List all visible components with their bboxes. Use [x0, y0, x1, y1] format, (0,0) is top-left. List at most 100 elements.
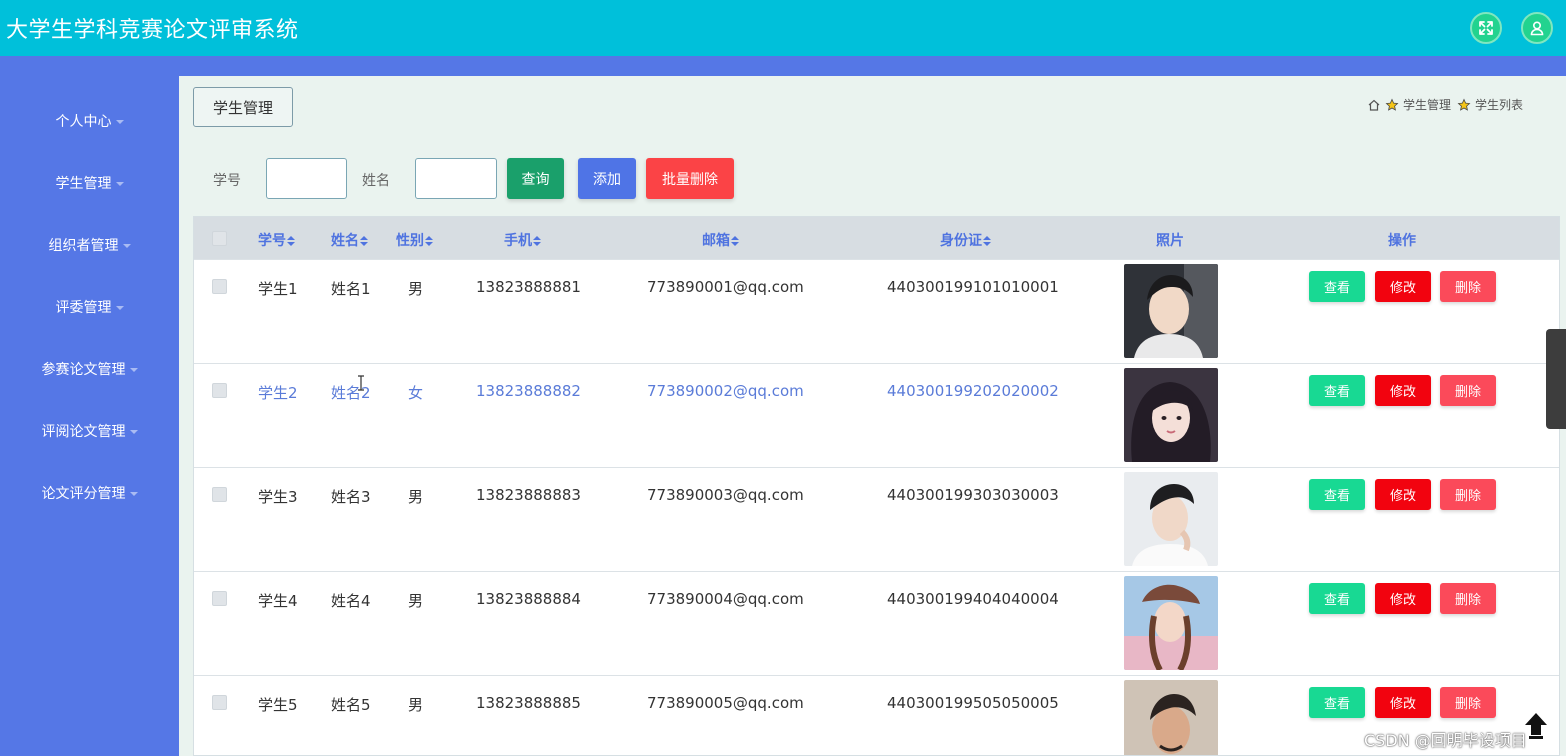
- sort-icon[interactable]: [425, 236, 433, 246]
- row-checkbox[interactable]: [212, 487, 227, 502]
- cell-email: 773890004@qq.com: [647, 590, 804, 608]
- add-button[interactable]: 添加: [578, 158, 636, 199]
- cell-idcard: 440300199303030003: [887, 486, 1059, 504]
- column-header-gender[interactable]: 性别: [396, 230, 433, 250]
- column-header-photo: 照片: [1156, 233, 1184, 249]
- breadcrumb: 学生管理 学生列表: [1367, 96, 1529, 113]
- cell-idcard: 440300199202020002: [887, 382, 1059, 400]
- edit-button[interactable]: 修改: [1375, 687, 1431, 718]
- breadcrumb-item[interactable]: 学生管理: [1403, 96, 1451, 113]
- edit-button[interactable]: 修改: [1375, 375, 1431, 406]
- view-button[interactable]: 查看: [1309, 375, 1365, 406]
- text-cursor-icon: [358, 375, 364, 391]
- page-tag[interactable]: 学生管理: [193, 87, 293, 127]
- cell-gender: 男: [408, 280, 424, 298]
- sidebar-item-organizer-management[interactable]: 组织者管理: [0, 235, 179, 255]
- side-panel-handle[interactable]: [1546, 329, 1566, 429]
- sort-icon[interactable]: [287, 236, 295, 246]
- sort-icon[interactable]: [731, 236, 739, 246]
- name-search-input[interactable]: [415, 158, 497, 199]
- delete-button[interactable]: 删除: [1440, 375, 1496, 406]
- sidebar-item-label: 学生管理: [55, 176, 112, 192]
- sidebar-item-paper-scoring-management[interactable]: 论文评分管理: [0, 483, 179, 503]
- select-all-checkbox[interactable]: [212, 231, 227, 246]
- student-photo: [1124, 264, 1218, 358]
- cell-name: 姓名5: [331, 696, 371, 714]
- sidebar-item-judge-management[interactable]: 评委管理: [0, 297, 179, 317]
- delete-button[interactable]: 删除: [1440, 271, 1496, 302]
- student-photo: [1124, 680, 1218, 755]
- star-icon: [1385, 98, 1399, 111]
- caret-down-icon: [129, 430, 138, 434]
- caret-down-icon: [122, 244, 131, 248]
- caret-down-icon: [115, 306, 124, 310]
- row-checkbox[interactable]: [212, 695, 227, 710]
- column-header-idcard[interactable]: 身份证: [940, 230, 991, 250]
- delete-button[interactable]: 删除: [1440, 583, 1496, 614]
- app-title: 大学生学科竞赛论文评审系统: [6, 18, 299, 43]
- view-button[interactable]: 查看: [1309, 687, 1365, 718]
- delete-button[interactable]: 删除: [1440, 687, 1496, 718]
- batch-delete-button[interactable]: 批量删除: [646, 158, 734, 199]
- main-content: 学生管理 学生管理 学生列表 学号 姓名 查询 添加 批量删除 学号 姓名 性别…: [179, 76, 1566, 756]
- csdn-watermark: CSDN @回明毕设项目: [1364, 731, 1527, 750]
- sidebar-item-personal-center[interactable]: 个人中心: [0, 111, 179, 131]
- row-checkbox[interactable]: [212, 383, 227, 398]
- cell-phone: 13823888881: [476, 278, 581, 296]
- header-strip: [0, 56, 1566, 76]
- table-row: 学生1 姓名1 男 13823888881 773890001@qq.com 4…: [194, 259, 1559, 363]
- student-photo: [1124, 472, 1218, 566]
- cell-idcard: 440300199101010001: [887, 278, 1059, 296]
- name-search-label: 姓名: [362, 173, 390, 189]
- sort-icon[interactable]: [983, 236, 991, 246]
- sort-icon[interactable]: [533, 236, 541, 246]
- caret-down-icon: [129, 368, 138, 372]
- home-icon[interactable]: [1367, 98, 1381, 112]
- cell-email: 773890005@qq.com: [647, 694, 804, 712]
- sidebar-item-review-paper-management[interactable]: 评阅论文管理: [0, 421, 179, 441]
- star-icon: [1457, 98, 1471, 111]
- edit-button[interactable]: 修改: [1375, 271, 1431, 302]
- column-header-email[interactable]: 邮箱: [702, 230, 739, 250]
- sort-icon[interactable]: [360, 236, 368, 246]
- id-search-input[interactable]: [266, 158, 347, 199]
- sidebar: 个人中心 学生管理 组织者管理 评委管理 参赛论文管理 评阅论文管理 论文评分管…: [0, 56, 179, 756]
- view-button[interactable]: 查看: [1309, 583, 1365, 614]
- sidebar-item-student-management[interactable]: 学生管理: [0, 173, 179, 193]
- table-row: 学生4 姓名4 男 13823888884 773890004@qq.com 4…: [194, 571, 1559, 675]
- cell-id: 学生4: [258, 592, 298, 610]
- cell-gender: 男: [408, 696, 424, 714]
- row-checkbox[interactable]: [212, 279, 227, 294]
- column-header-name[interactable]: 姓名: [331, 230, 368, 250]
- caret-down-icon: [115, 120, 124, 124]
- view-button[interactable]: 查看: [1309, 271, 1365, 302]
- cell-name: 姓名4: [331, 592, 371, 610]
- caret-down-icon: [115, 182, 124, 186]
- caret-down-icon: [129, 492, 138, 496]
- cell-name: 姓名3: [331, 488, 371, 506]
- row-checkbox[interactable]: [212, 591, 227, 606]
- edit-button[interactable]: 修改: [1375, 583, 1431, 614]
- sidebar-item-label: 参赛论文管理: [41, 362, 126, 378]
- cell-id: 学生1: [258, 280, 298, 298]
- table-row: 学生2 姓名2 女 13823888882 773890002@qq.com 4…: [194, 363, 1559, 467]
- table-row: 学生3 姓名3 男 13823888883 773890003@qq.com 4…: [194, 467, 1559, 571]
- student-photo: [1124, 368, 1218, 462]
- query-button[interactable]: 查询: [507, 158, 564, 199]
- cell-email: 773890003@qq.com: [647, 486, 804, 504]
- user-icon[interactable]: [1521, 12, 1553, 44]
- fullscreen-icon[interactable]: [1470, 12, 1502, 44]
- cell-id: 学生3: [258, 488, 298, 506]
- column-header-phone[interactable]: 手机: [504, 230, 541, 250]
- cell-name: 姓名1: [331, 280, 371, 298]
- sidebar-item-entry-paper-management[interactable]: 参赛论文管理: [0, 359, 179, 379]
- cell-id: 学生2: [258, 384, 298, 402]
- cell-phone: 13823888882: [476, 382, 581, 400]
- edit-button[interactable]: 修改: [1375, 479, 1431, 510]
- delete-button[interactable]: 删除: [1440, 479, 1496, 510]
- cell-id: 学生5: [258, 696, 298, 714]
- sidebar-item-label: 评阅论文管理: [41, 424, 126, 440]
- column-header-id[interactable]: 学号: [258, 230, 295, 250]
- cell-gender: 男: [408, 592, 424, 610]
- view-button[interactable]: 查看: [1309, 479, 1365, 510]
